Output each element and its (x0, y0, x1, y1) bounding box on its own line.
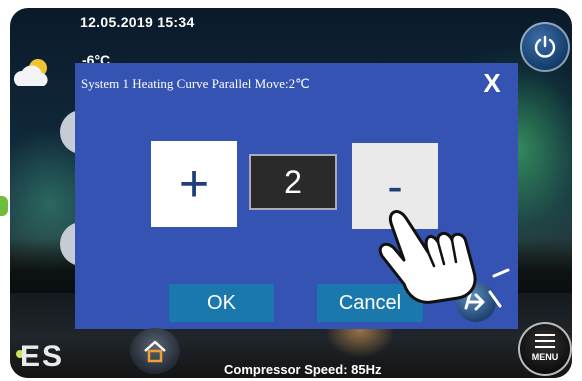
power-icon (534, 35, 556, 58)
home-button[interactable] (130, 328, 180, 374)
home-icon (144, 340, 166, 363)
ok-button[interactable]: OK (169, 284, 274, 322)
brand-logo: ES (20, 340, 65, 373)
close-button[interactable]: X (477, 68, 507, 98)
menu-label: MENU (531, 352, 559, 362)
compressor-speed-status: Compressor Speed: 85Hz (224, 362, 382, 377)
menu-button[interactable]: MENU (518, 322, 572, 376)
value-text: 2 (284, 164, 302, 200)
value-display: 2 (249, 154, 337, 210)
power-button[interactable] (520, 22, 570, 72)
side-indicator (0, 196, 8, 216)
dialog-title: System 1 Heating Curve Parallel Move:2℃ (81, 76, 310, 91)
plus-icon: + (178, 155, 210, 213)
pointing-hand-icon (362, 186, 512, 331)
datetime-label: 12.05.2019 15:34 (80, 14, 195, 30)
increment-button[interactable]: + (151, 141, 237, 227)
partly-cloudy-icon (10, 56, 58, 95)
menu-icon (535, 334, 555, 352)
